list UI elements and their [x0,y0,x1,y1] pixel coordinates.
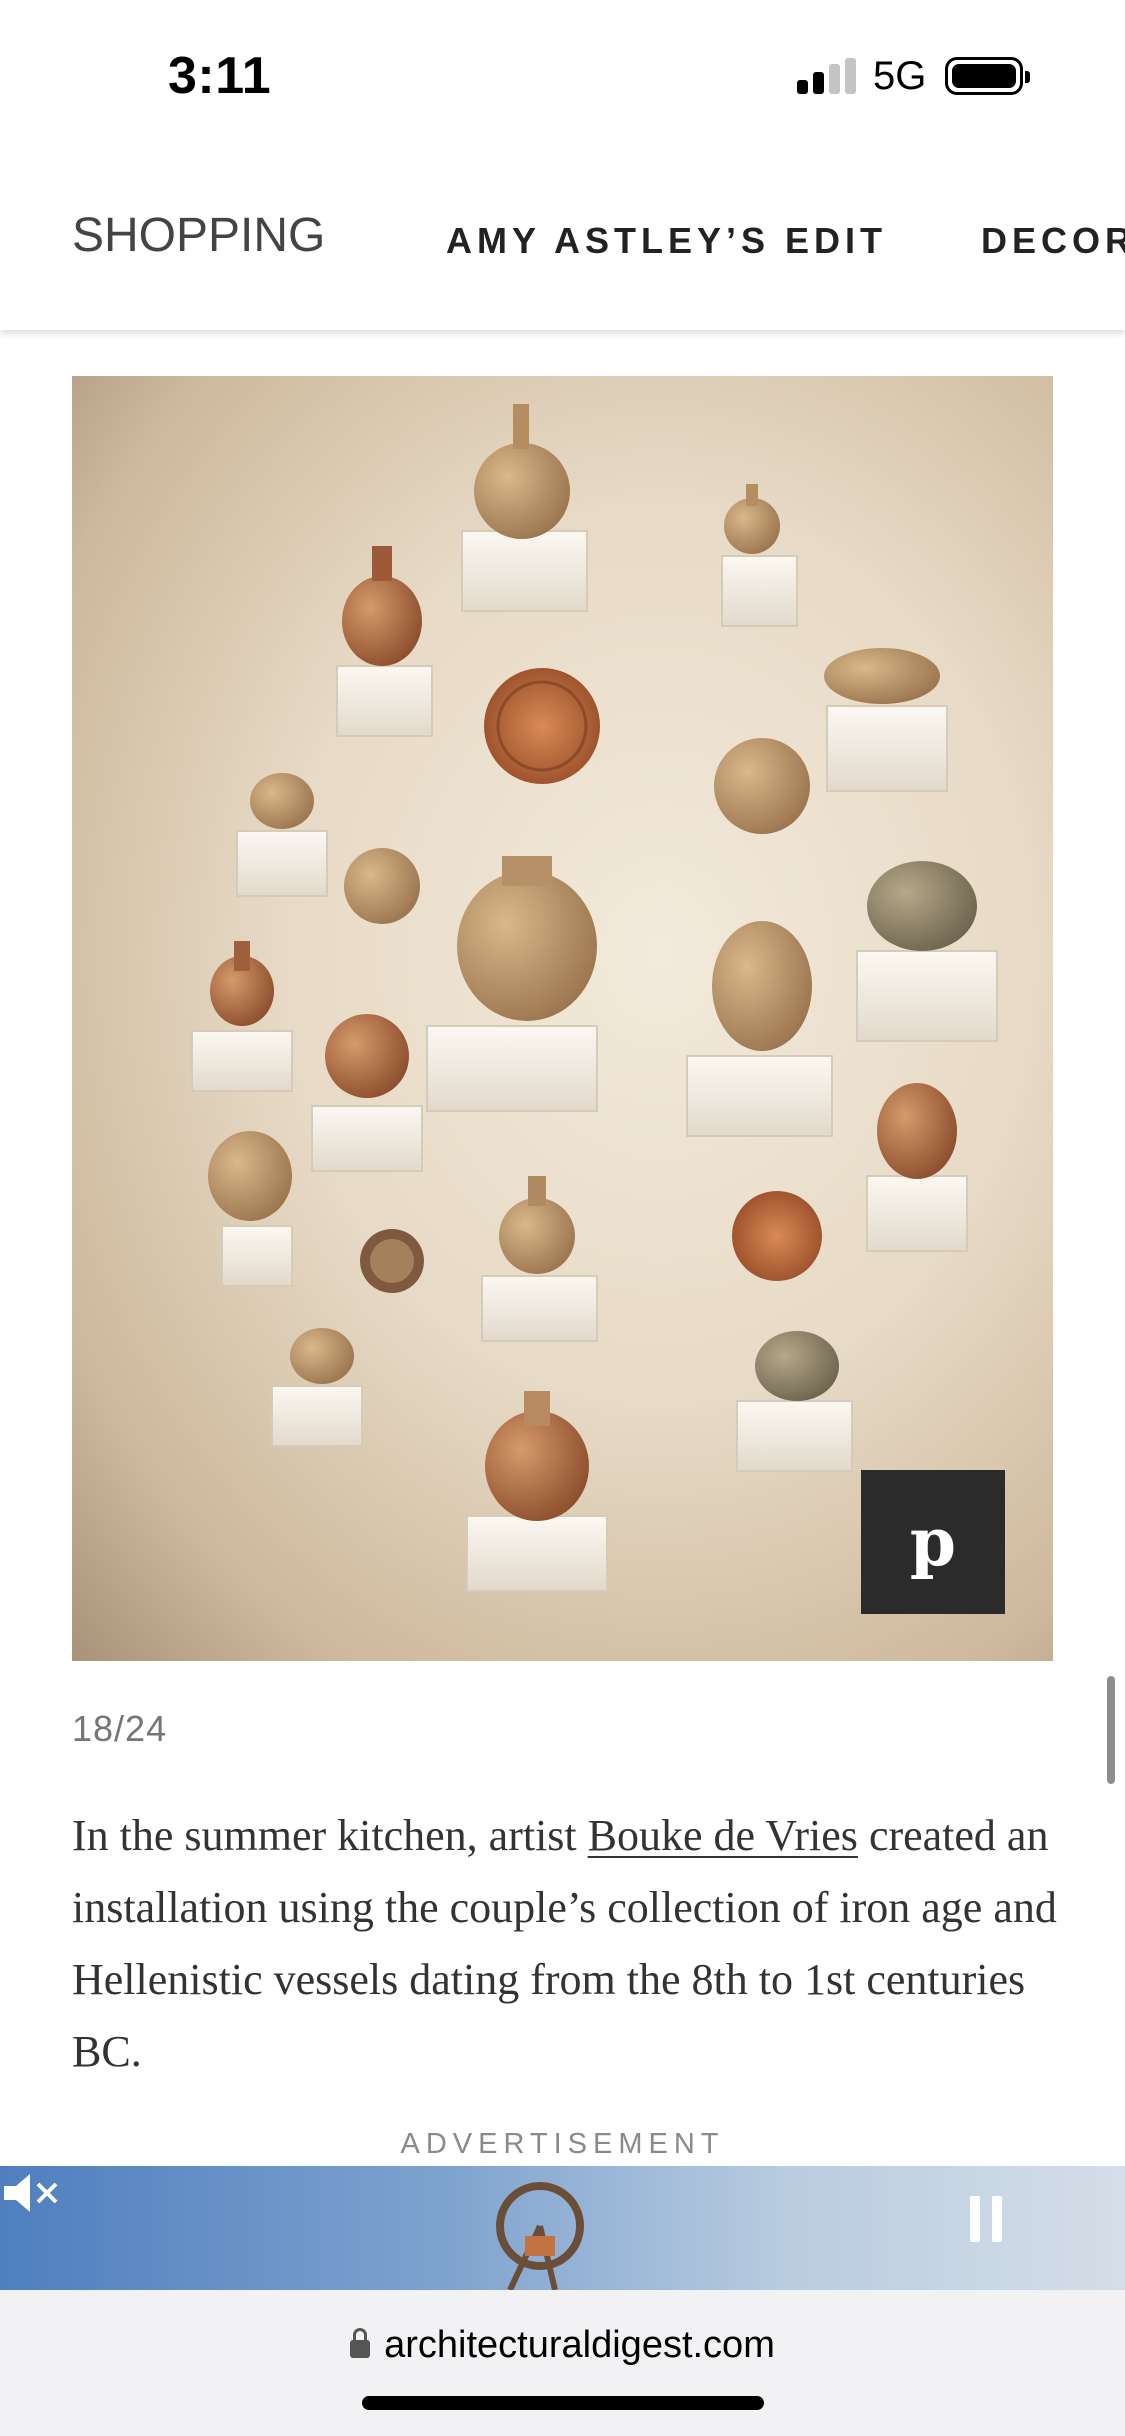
nav-item-shopping[interactable]: SHOPPING [72,208,325,263]
home-indicator[interactable] [362,2396,764,2410]
pottery-wall-photo [191,404,998,1592]
pinterest-icon: p [909,1503,957,1581]
advertisement-label: ADVERTISEMENT [400,2128,725,2160]
caption-text-start: In the summer kitchen, artist [72,1811,588,1860]
artist-link[interactable]: Bouke de Vries [588,1811,858,1860]
nav-item-amy-astleys-edit[interactable]: AMY ASTLEY’S EDIT [446,220,887,262]
slide-counter: 18/24 [72,1708,168,1749]
ad-image [496,2182,584,2290]
nav-item-decor[interactable]: DECOR [981,220,1125,262]
cellular-signal-icon [797,58,857,94]
pin-button[interactable]: p [861,1470,1005,1614]
url-text: architecturaldigest.com [384,2324,775,2366]
url-field[interactable]: architecturaldigest.com [0,2324,1125,2367]
status-bar: 3:11 5G [0,0,1125,150]
lock-icon [350,2328,371,2358]
image-caption: In the summer kitchen, artist Bouke de V… [72,1800,1072,2088]
mute-icon[interactable] [0,2166,60,2220]
status-time: 3:11 [168,47,272,105]
gallery-image[interactable]: p [72,376,1053,1661]
browser-address-bar: architecturaldigest.com [0,2290,1125,2436]
network-type: 5G [873,54,927,98]
section-nav: SHOPPING AMY ASTLEY’S EDIT DECOR [0,150,1125,330]
pause-icon[interactable] [970,2196,1006,2242]
ad-banner[interactable] [0,2166,1125,2290]
scrollbar[interactable] [1107,1676,1115,1784]
battery-icon [945,57,1030,95]
